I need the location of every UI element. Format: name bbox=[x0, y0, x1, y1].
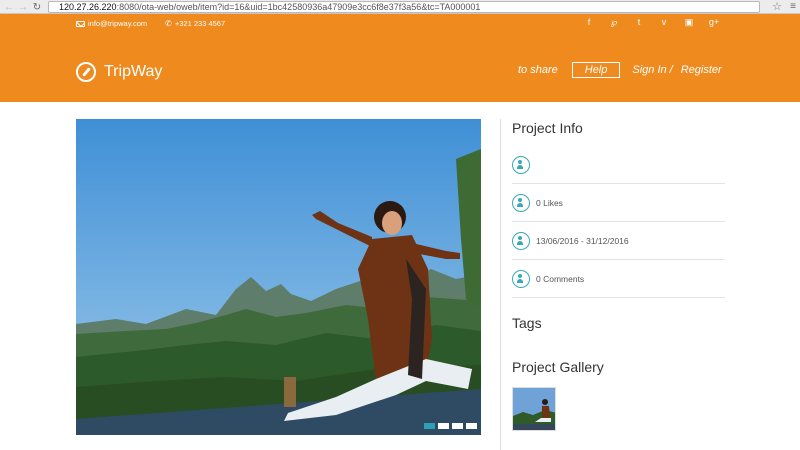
twitter-icon[interactable]: t bbox=[633, 17, 645, 28]
browser-menu-icon[interactable]: ≡ bbox=[790, 1, 796, 12]
slider-pagination bbox=[424, 423, 477, 429]
browser-toolbar: ← → ↻ 120.27.26.220:8080/ota-web/oweb/it… bbox=[0, 0, 800, 14]
info-row-likes: 0 Likes bbox=[512, 184, 725, 222]
phone-text: +321 233 4567 bbox=[174, 19, 226, 28]
reload-icon[interactable]: ↻ bbox=[30, 0, 44, 14]
site-header: info@tripway.com ✆ +321 233 4567 f ℘ t v… bbox=[0, 14, 800, 102]
bookmark-star-icon[interactable]: ☆ bbox=[772, 0, 782, 13]
back-arrow-icon[interactable]: ← bbox=[2, 0, 16, 14]
forward-arrow-icon[interactable]: → bbox=[16, 0, 30, 14]
url-host: 120.27.26.220 bbox=[59, 2, 117, 12]
vimeo-icon[interactable]: v bbox=[658, 17, 670, 28]
user-icon bbox=[512, 155, 530, 174]
user-icon[interactable] bbox=[512, 269, 530, 288]
share-link[interactable]: to share bbox=[518, 64, 558, 76]
pinterest-icon[interactable]: ℘ bbox=[608, 17, 620, 28]
info-row-dates: 13/06/2016 - 31/12/2016 bbox=[512, 222, 725, 260]
project-info-title: Project Info bbox=[512, 120, 583, 136]
info-row-comments: 0 Comments bbox=[512, 260, 725, 298]
facebook-icon[interactable]: f bbox=[583, 17, 595, 28]
comments-count: 0 Comments bbox=[536, 273, 585, 284]
compass-icon bbox=[76, 62, 96, 82]
contact-bar: info@tripway.com ✆ +321 233 4567 bbox=[76, 19, 225, 28]
slider-dot[interactable] bbox=[438, 423, 449, 429]
gallery-thumbnail-image bbox=[513, 388, 555, 430]
help-button[interactable]: Help bbox=[571, 62, 621, 78]
instagram-icon[interactable]: ▣ bbox=[683, 17, 695, 28]
info-row-owner bbox=[512, 146, 725, 184]
project-hero-image[interactable] bbox=[76, 119, 481, 435]
logo-text: TripWay bbox=[104, 63, 163, 80]
header-nav: to share Help Sign In / Register bbox=[518, 62, 722, 78]
phone-icon: ✆ bbox=[165, 19, 172, 28]
user-icon bbox=[512, 231, 530, 250]
url-path: :8080/ota-web/oweb/item?id=16&uid=1bc425… bbox=[116, 2, 481, 12]
project-gallery-title: Project Gallery bbox=[512, 359, 604, 375]
site-logo[interactable]: TripWay bbox=[76, 62, 162, 82]
content-divider bbox=[500, 119, 501, 450]
tags-title: Tags bbox=[512, 315, 542, 331]
phone-contact[interactable]: ✆ +321 233 4567 bbox=[165, 19, 225, 28]
mail-icon bbox=[76, 20, 85, 27]
social-links: f ℘ t v ▣ g+ bbox=[583, 17, 720, 28]
slider-dot[interactable] bbox=[452, 423, 463, 429]
address-bar[interactable]: 120.27.26.220:8080/ota-web/oweb/item?id=… bbox=[48, 1, 760, 13]
user-icon[interactable] bbox=[512, 193, 530, 212]
slider-dot[interactable] bbox=[466, 423, 477, 429]
register-link[interactable]: Register bbox=[681, 64, 722, 76]
email-text: info@tripway.com bbox=[88, 19, 148, 28]
google-plus-icon[interactable]: g+ bbox=[708, 17, 720, 28]
email-contact[interactable]: info@tripway.com bbox=[76, 19, 147, 28]
hero-photo bbox=[76, 119, 481, 435]
slider-dot[interactable] bbox=[424, 423, 435, 429]
gallery-thumbnail[interactable] bbox=[512, 387, 556, 431]
sign-in-link[interactable]: Sign In / bbox=[632, 64, 672, 76]
date-range: 13/06/2016 - 31/12/2016 bbox=[536, 235, 629, 246]
likes-count: 0 Likes bbox=[536, 197, 563, 208]
